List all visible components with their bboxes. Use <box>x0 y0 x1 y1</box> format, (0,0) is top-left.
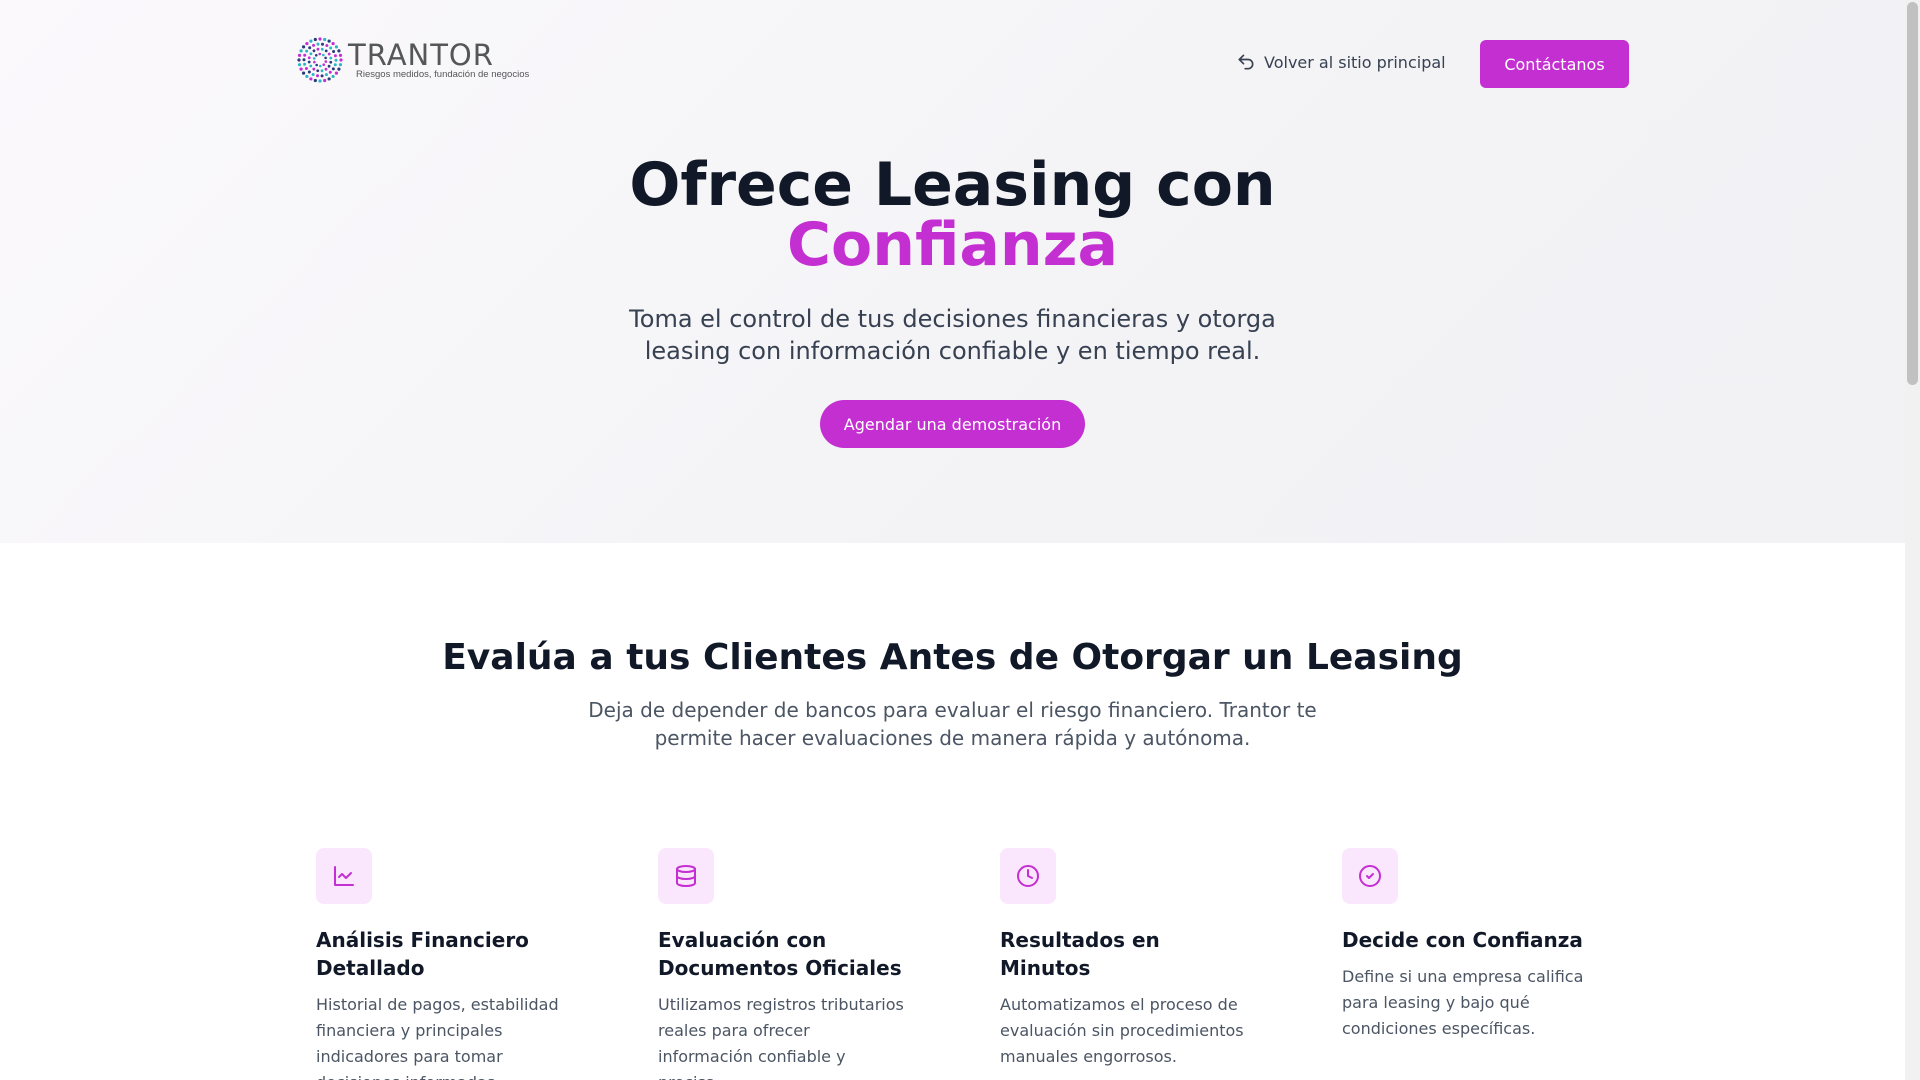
hero-title: Ofrece Leasing con Confianza <box>0 155 1905 275</box>
schedule-demo-button[interactable]: Agendar una demostración <box>820 400 1085 448</box>
feature-title: Evaluación con Documentos Oficiales <box>658 928 902 980</box>
feature-icon-box <box>658 848 714 904</box>
back-to-main-site-link[interactable]: Volver al sitio principal <box>1236 52 1446 72</box>
feature-title: Resultados en Minutos <box>1000 928 1160 980</box>
chart-line-icon <box>334 866 354 886</box>
trantor-logo[interactable]: TRANTOR Riesgos medidos, fundación de ne… <box>296 36 529 84</box>
brand-tagline: Riesgos medidos, fundación de negocios <box>356 69 530 80</box>
trantor-logo-mark-icon <box>297 37 343 83</box>
feature-official-documents: Evaluación con Documentos Oficiales Util… <box>658 848 908 1080</box>
brand-name: TRANTOR <box>348 38 494 72</box>
feature-financial-analysis: Análisis Financiero Detallado Historial … <box>316 848 566 1080</box>
undo-arrow-icon <box>1238 54 1254 70</box>
hero-subtitle: Toma el control de tus decisiones financ… <box>629 305 1276 365</box>
feature-icon-box <box>316 848 372 904</box>
feature-fast-results: Resultados en Minutos Automatizamos el p… <box>1000 848 1250 1070</box>
scrollbar[interactable] <box>1905 0 1920 1080</box>
feature-title: Decide con Confianza <box>1342 928 1583 952</box>
check-circle-icon <box>1359 865 1381 887</box>
scrollbar-thumb[interactable] <box>1907 2 1918 385</box>
feature-title: Análisis Financiero Detallado <box>316 928 529 980</box>
back-link-label: Volver al sitio principal <box>1264 52 1446 72</box>
feature-text: Define si una empresa califica para leas… <box>1342 967 1584 1038</box>
feature-text: Utilizamos registros tributarios reales … <box>658 995 904 1080</box>
feature-icon-box <box>1000 848 1056 904</box>
feature-icon-box <box>1342 848 1398 904</box>
section-subtitle: Deja de depender de bancos para evaluar … <box>588 698 1317 750</box>
contact-button[interactable]: Contáctanos <box>1480 40 1629 88</box>
feature-text: Automatizamos el proceso de evaluación s… <box>1000 995 1244 1066</box>
section-title: Evalúa a tus Clientes Antes de Otorgar u… <box>442 637 1463 678</box>
clock-icon <box>1017 865 1039 887</box>
feature-decide-confidently: Decide con Confianza Define si una empre… <box>1342 848 1592 1042</box>
feature-text: Historial de pagos, estabilidad financie… <box>316 995 559 1080</box>
hero-title-accent: Confianza <box>786 210 1119 280</box>
database-icon <box>676 865 696 887</box>
